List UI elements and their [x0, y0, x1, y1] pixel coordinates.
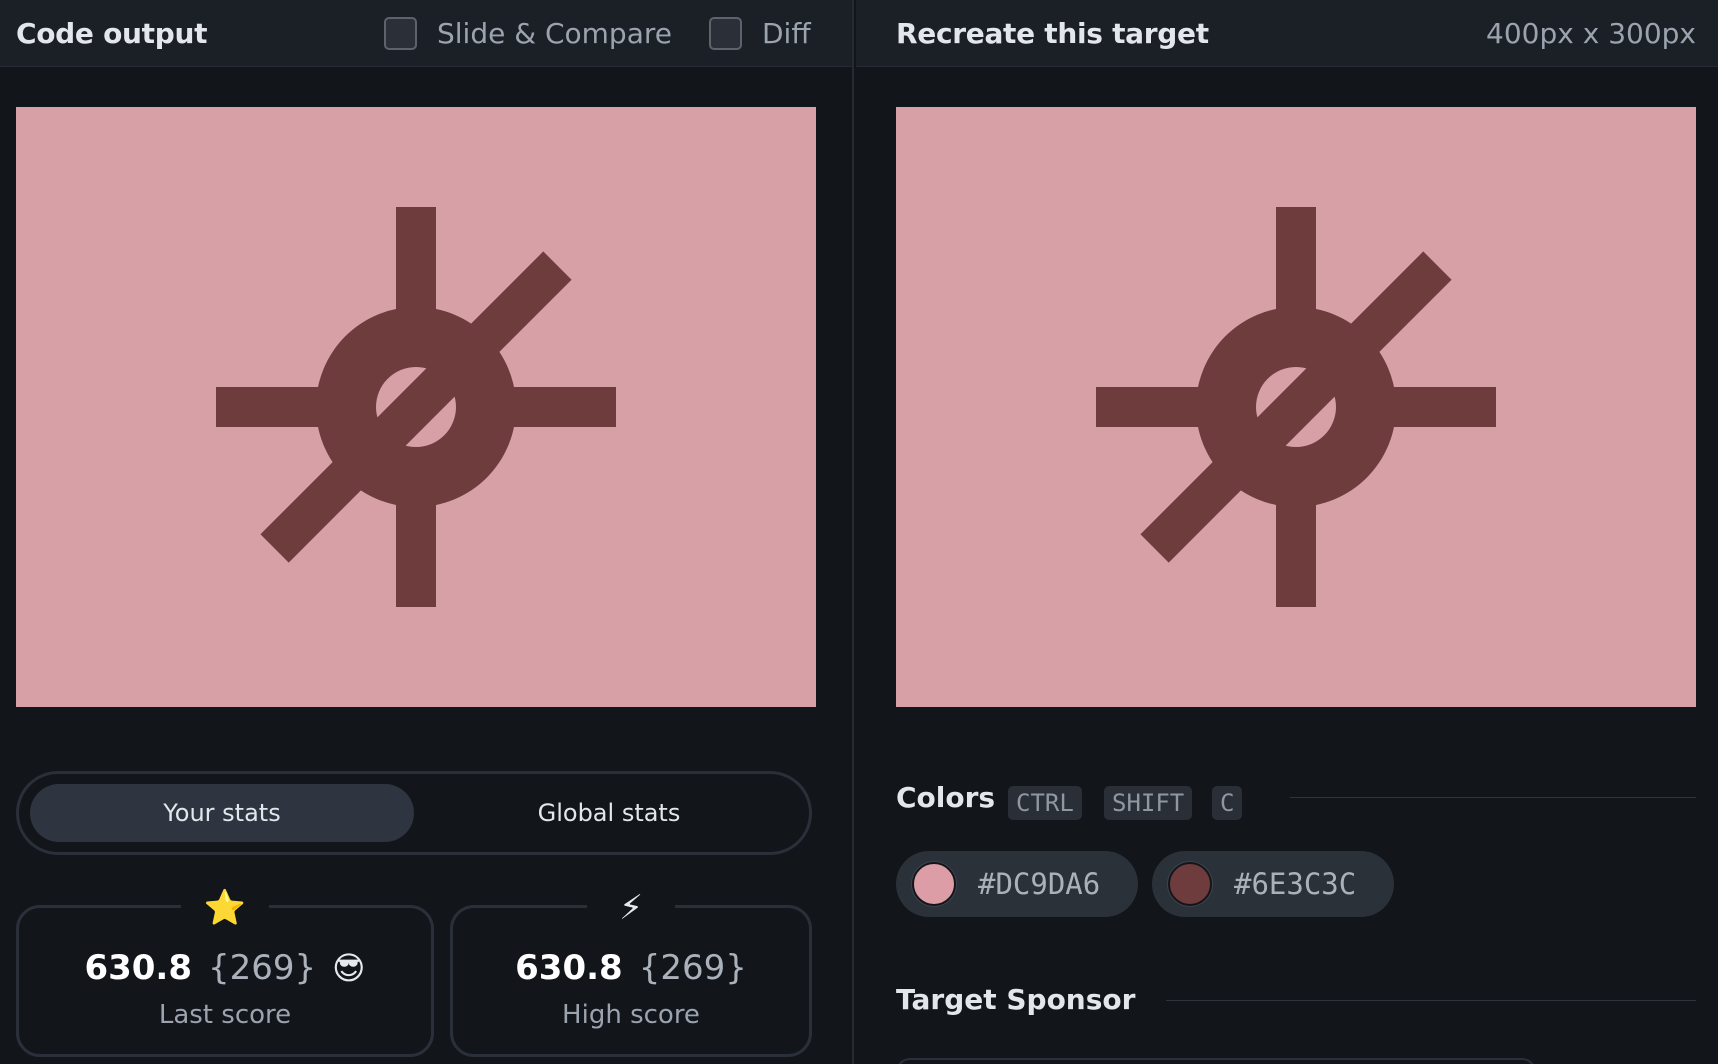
tab-your-stats[interactable]: Your stats: [30, 784, 414, 842]
slide-compare-option[interactable]: Slide & Compare: [384, 15, 672, 51]
sunglasses-emoji-icon: 😎: [332, 949, 366, 987]
target-dimensions: 400px x 300px: [1486, 17, 1696, 50]
color-chip-pink[interactable]: #DC9DA6: [896, 851, 1138, 917]
swatch-pink: [912, 862, 956, 906]
diff-label[interactable]: Diff: [762, 17, 811, 50]
swatch-brown: [1168, 862, 1212, 906]
color-hex-brown: #6E3C3C: [1234, 867, 1357, 901]
target-canvas[interactable]: [896, 107, 1696, 707]
color-chip-brown[interactable]: #6E3C3C: [1152, 851, 1394, 917]
last-score-value: 630.8: [84, 948, 192, 988]
slide-compare-label[interactable]: Slide & Compare: [437, 17, 672, 50]
target-header: Recreate this target 400px x 300px: [856, 0, 1718, 67]
shortcut-key-ctrl: CTRL: [1008, 786, 1082, 820]
lightning-icon: ⚡: [587, 880, 675, 936]
shortcut-key-c: C: [1212, 786, 1243, 820]
shortcut-key-shift: SHIFT: [1104, 786, 1193, 820]
diff-checkbox[interactable]: [709, 16, 742, 50]
sponsor-divider: [1166, 1000, 1696, 1001]
diff-option[interactable]: Diff: [709, 15, 811, 51]
star-icon: ⭐: [181, 880, 269, 936]
high-score-card: ⚡ 630.8 {269} High score: [450, 880, 812, 1057]
target-title: Recreate this target: [896, 17, 1209, 50]
high-score-rank: {269}: [638, 948, 747, 988]
target-sponsor-title: Target Sponsor: [896, 983, 1136, 1016]
tab-global-stats[interactable]: Global stats: [417, 784, 801, 842]
code-output-title: Code output: [16, 17, 208, 50]
stats-tabs: Your stats Global stats: [16, 771, 812, 855]
code-output-pane: Code output Slide & Compare Diff Your st…: [0, 0, 854, 1064]
color-hex-pink: #DC9DA6: [978, 867, 1101, 901]
high-score-label: High score: [562, 1000, 700, 1030]
target-render: [896, 107, 1696, 707]
sponsor-card[interactable]: [896, 1058, 1536, 1064]
colors-title: Colors: [896, 781, 996, 814]
code-output-header: Code output Slide & Compare Diff: [0, 0, 852, 67]
slide-compare-checkbox[interactable]: [384, 16, 417, 50]
output-render: [16, 107, 816, 707]
last-score-label: Last score: [158, 1000, 292, 1030]
code-output-canvas[interactable]: [16, 107, 816, 707]
high-score-value: 630.8: [515, 948, 623, 988]
colors-divider: [1290, 797, 1696, 798]
last-score-card: ⭐ 630.8 {269} 😎 Last score: [16, 880, 434, 1057]
target-pane: Recreate this target 400px x 300px Color…: [856, 0, 1718, 1064]
last-score-rank: {269}: [208, 948, 317, 988]
